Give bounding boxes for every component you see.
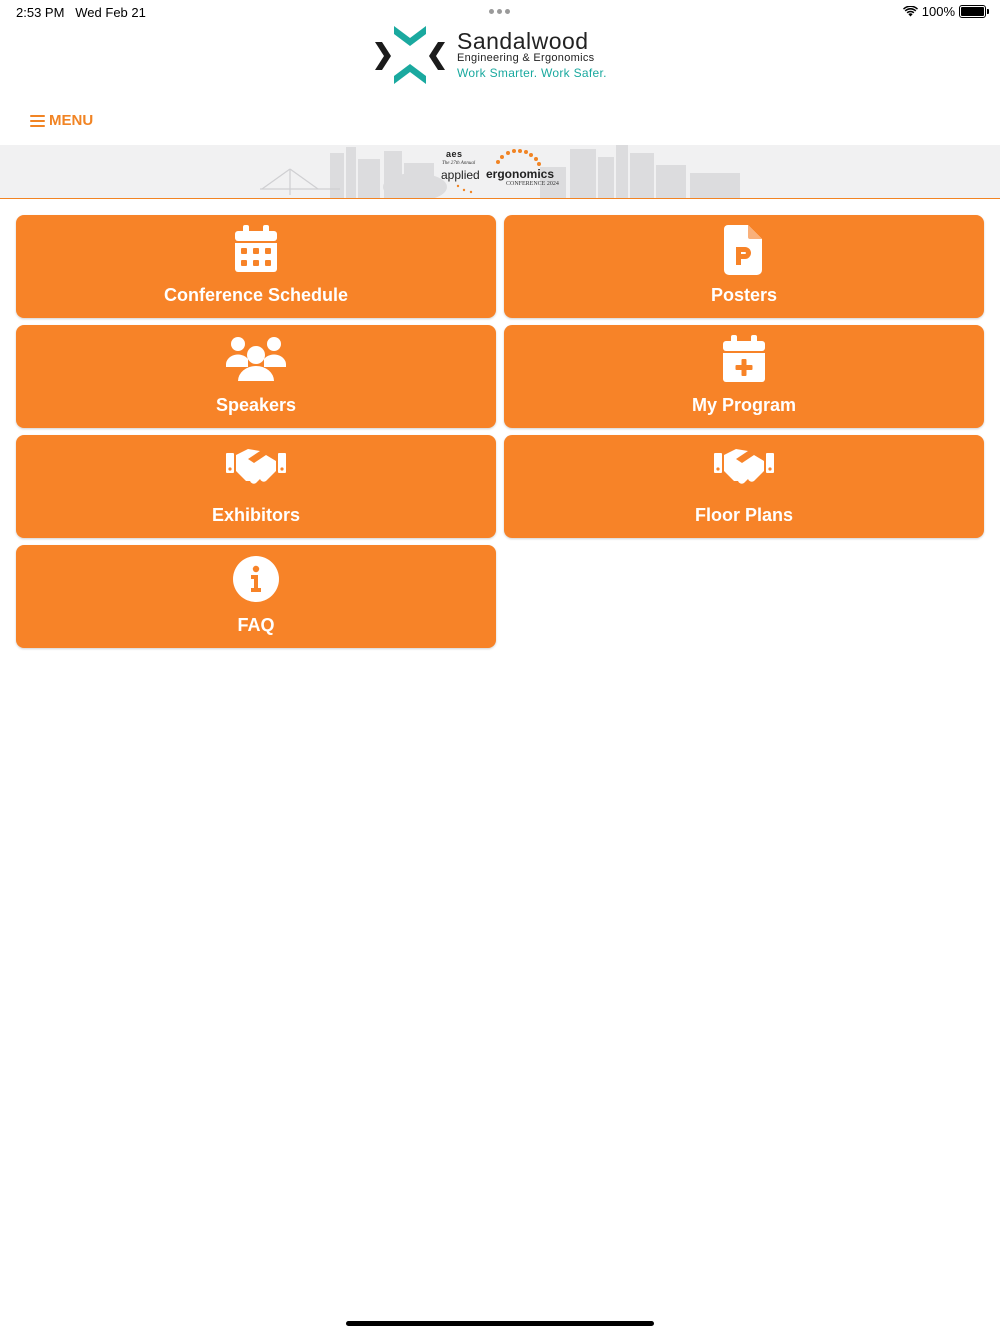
calendar-icon <box>226 225 286 277</box>
status-time-text: 2:53 PM <box>16 5 65 20</box>
tile-label: My Program <box>691 395 797 415</box>
exhibitors-tile[interactable]: Exhibitors <box>16 435 496 538</box>
conference-banner: aes The 27th Annual applied ergonomics C… <box>0 145 1000 199</box>
status-bar: 2:53 PM Wed Feb 21 100% <box>0 0 1000 24</box>
tile-label: Posters <box>710 285 778 305</box>
tile-label: Conference Schedule <box>163 285 349 305</box>
tile-label: Exhibitors <box>211 505 300 525</box>
battery-icon <box>959 5 989 18</box>
floor-plans-tile[interactable]: Floor Plans <box>504 435 984 538</box>
info-circle-icon <box>226 555 286 607</box>
speakers-tile[interactable]: Speakers <box>16 325 496 428</box>
status-date-text: Wed Feb 21 <box>75 5 146 20</box>
hamburger-icon <box>30 114 45 127</box>
sandalwood-logo-mark-icon <box>375 26 445 84</box>
multitasking-dots-icon[interactable] <box>489 9 510 14</box>
applied-ergonomics-logo: aes The 27th Annual applied ergonomics C… <box>440 148 562 196</box>
conference-schedule-tile[interactable]: Conference Schedule <box>16 215 496 318</box>
handshake-icon <box>714 445 774 497</box>
handshake-icon <box>226 445 286 497</box>
tile-label: FAQ <box>237 615 275 635</box>
app-screen: 2:53 PM Wed Feb 21 100% Sandalwood Engin… <box>0 0 1000 1334</box>
my-program-tile[interactable]: My Program <box>504 325 984 428</box>
brand-subtitle: Engineering & Ergonomics <box>457 52 595 64</box>
status-indicators: 100% <box>902 4 989 19</box>
posters-tile[interactable]: Posters <box>504 215 984 318</box>
brand-name: Sandalwood <box>457 28 589 54</box>
tile-label: Speakers <box>215 395 297 415</box>
brand-tagline: Work Smarter. Work Safer. <box>457 66 607 80</box>
dots-arc-icon <box>456 149 541 194</box>
status-time: 2:53 PM Wed Feb 21 <box>16 5 146 20</box>
poster-file-icon <box>714 225 774 277</box>
faq-tile[interactable]: FAQ <box>16 545 496 648</box>
battery-percent: 100% <box>921 4 955 19</box>
menu-button[interactable]: MENU <box>30 112 93 129</box>
menu-label: MENU <box>49 112 94 129</box>
home-indicator[interactable] <box>346 1321 654 1326</box>
tile-label: Floor Plans <box>694 505 793 525</box>
people-group-icon <box>226 335 286 387</box>
wifi-icon <box>902 6 918 17</box>
calendar-plus-icon <box>714 335 774 387</box>
sandalwood-logo: Sandalwood Engineering & Ergonomics Work… <box>372 24 642 88</box>
